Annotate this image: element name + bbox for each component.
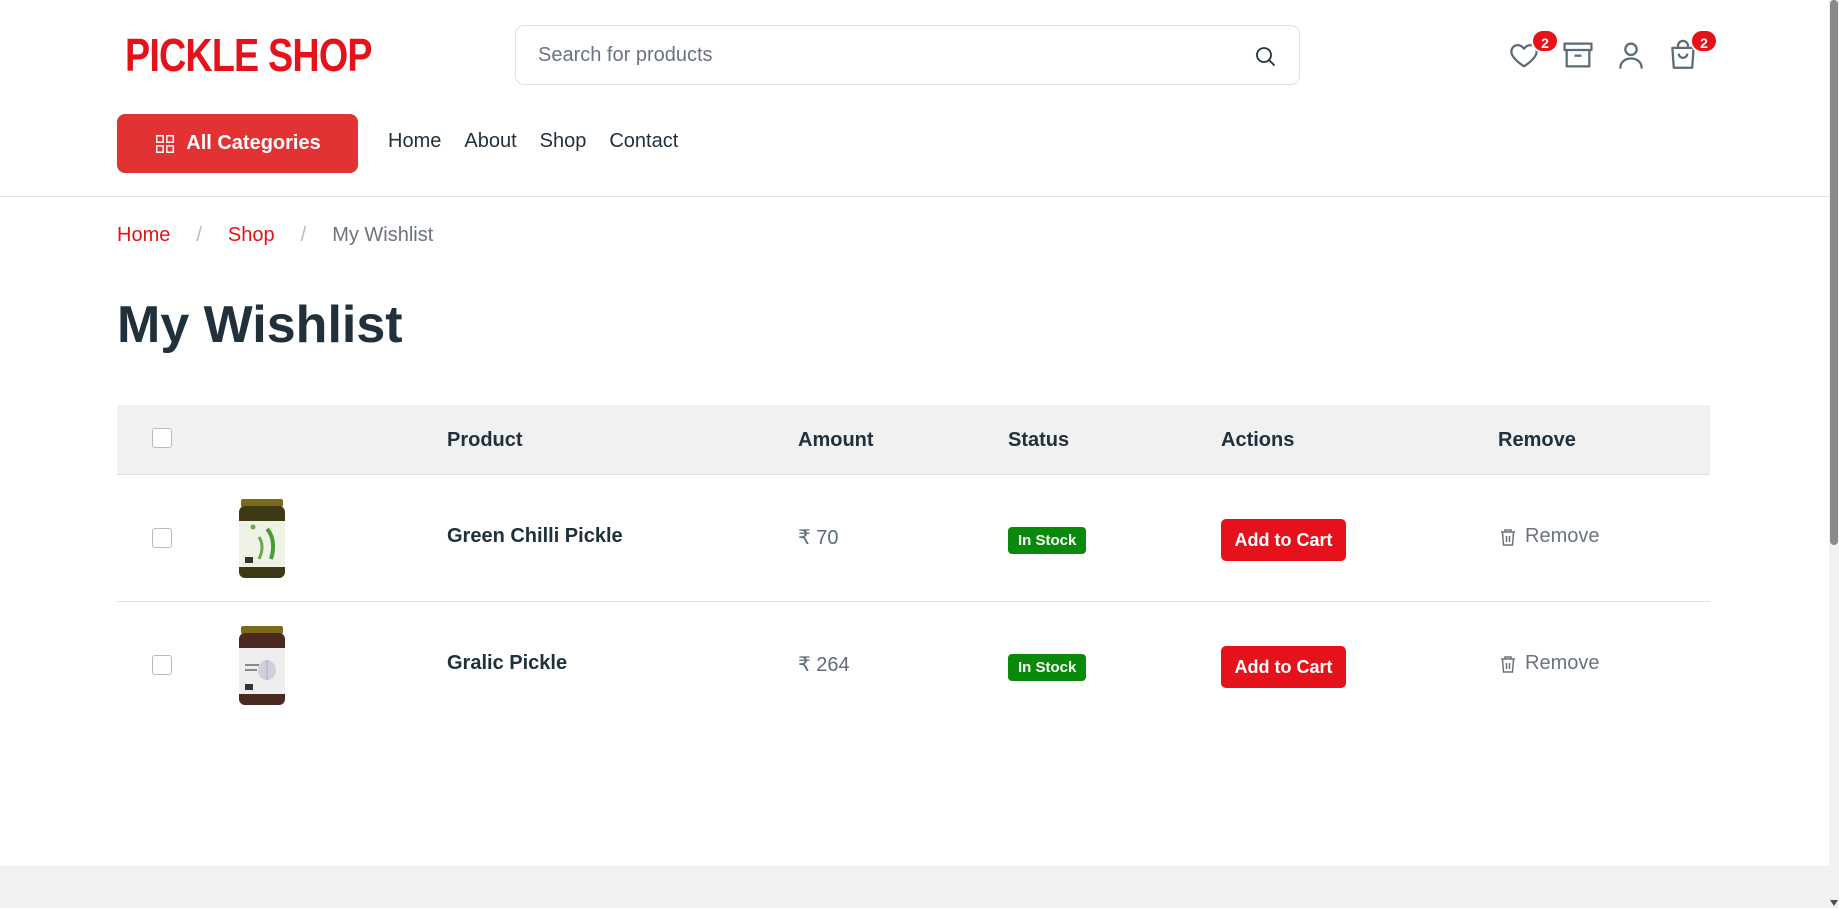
page-scrollbar[interactable] xyxy=(1829,0,1839,908)
site-logo[interactable]: PICKLE SHOP xyxy=(125,28,372,82)
archive-icon xyxy=(1563,42,1593,68)
nav-shop[interactable]: Shop xyxy=(540,130,587,153)
search-bar[interactable] xyxy=(515,25,1300,85)
row-checkbox[interactable] xyxy=(152,655,172,675)
header-product: Product xyxy=(447,429,523,451)
remove-label: Remove xyxy=(1525,652,1600,674)
page-title: My Wishlist xyxy=(117,296,403,354)
nav-about[interactable]: About xyxy=(464,130,516,153)
account-link[interactable] xyxy=(1614,38,1648,72)
breadcrumb-shop[interactable]: Shop xyxy=(228,224,275,247)
user-icon xyxy=(1619,42,1643,69)
header-remove: Remove xyxy=(1498,429,1576,451)
cart-link[interactable]: 2 xyxy=(1666,29,1718,72)
grid-icon xyxy=(156,134,175,153)
wishlist-count-badge: 2 xyxy=(1531,29,1559,53)
header-status: Status xyxy=(1008,429,1070,451)
row-checkbox[interactable] xyxy=(152,528,172,548)
scrollbar-thumb[interactable] xyxy=(1830,0,1838,545)
product-amount: ₹ 70 xyxy=(798,527,839,549)
table-row: Gralic Pickle ₹ 264 In Stock Add to Cart… xyxy=(117,602,1710,729)
cart-count-badge: 2 xyxy=(1690,29,1718,53)
table-header: Product Amount Status Actions Remove xyxy=(117,405,1710,475)
status-badge: In Stock xyxy=(1008,654,1087,681)
product-amount: ₹ 264 xyxy=(798,654,850,676)
all-categories-label: All Categories xyxy=(186,132,321,154)
site-header: PICKLE SHOP 2 2 xyxy=(0,0,1829,197)
breadcrumb-separator: / xyxy=(300,224,307,246)
product-name[interactable]: Gralic Pickle xyxy=(447,652,567,675)
table-row: Green Chilli Pickle ₹ 70 In Stock Add to… xyxy=(117,475,1710,602)
breadcrumb: Home / Shop / My Wishlist xyxy=(117,224,433,247)
all-categories-button[interactable]: All Categories xyxy=(117,114,358,173)
wishlist-table: Product Amount Status Actions Remove Gre… xyxy=(117,405,1710,729)
trash-icon xyxy=(1501,528,1515,546)
search-input[interactable] xyxy=(538,26,1238,84)
breadcrumb-separator: / xyxy=(196,224,202,246)
product-name[interactable]: Green Chilli Pickle xyxy=(447,525,623,548)
breadcrumb-home[interactable]: Home xyxy=(117,224,170,247)
select-all-checkbox[interactable] xyxy=(152,428,172,448)
header-actions: Actions xyxy=(1221,429,1295,451)
nav-home[interactable]: Home xyxy=(388,130,441,153)
orders-link[interactable] xyxy=(1561,38,1595,72)
status-badge: In Stock xyxy=(1008,527,1087,554)
wishlist-link[interactable]: 2 xyxy=(1507,29,1559,72)
scroll-down-arrow[interactable] xyxy=(1830,900,1838,906)
add-to-cart-button[interactable]: Add to Cart xyxy=(1221,646,1346,688)
remove-button[interactable]: Remove xyxy=(1499,525,1599,548)
product-image[interactable] xyxy=(229,497,295,581)
product-image[interactable] xyxy=(229,624,295,708)
trash-icon xyxy=(1501,655,1515,673)
add-to-cart-button[interactable]: Add to Cart xyxy=(1221,519,1346,561)
footer-strip xyxy=(0,866,1829,908)
remove-button[interactable]: Remove xyxy=(1499,652,1599,675)
main-nav: Home About Shop Contact xyxy=(388,130,678,153)
remove-label: Remove xyxy=(1525,525,1600,547)
breadcrumb-current: My Wishlist xyxy=(332,224,434,246)
search-icon[interactable] xyxy=(1253,44,1277,68)
nav-contact[interactable]: Contact xyxy=(609,130,678,153)
header-amount: Amount xyxy=(798,429,874,451)
